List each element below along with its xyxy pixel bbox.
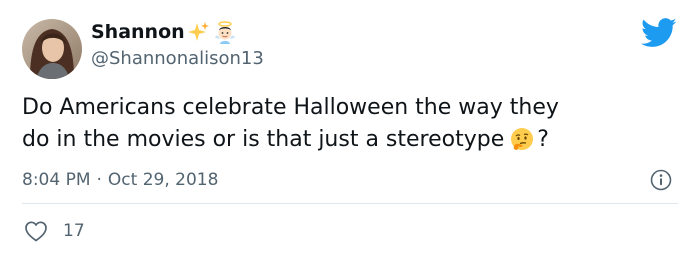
display-name-row[interactable]: Shannon (91, 18, 237, 46)
display-name: Shannon (91, 21, 185, 43)
angel-emoji (213, 20, 237, 44)
tweet-date: Oct 29, 2018 (107, 170, 219, 190)
tweet-time: 8:04 PM (22, 170, 91, 190)
twitter-bird-icon[interactable] (641, 18, 677, 48)
tweet-text-line-2: do in the movies or is that just a stere… (22, 127, 505, 152)
thinking-face-emoji (510, 127, 534, 151)
info-icon[interactable] (650, 169, 672, 191)
heart-icon (25, 221, 47, 242)
like-button[interactable]: 17 (24, 219, 85, 243)
tweet-timestamp[interactable]: 8:04 PM · Oct 29, 2018 (22, 169, 218, 191)
tweet-text-line-1: Do Americans celebrate Halloween the way… (22, 95, 559, 120)
user-handle[interactable]: @Shannonalison13 (91, 48, 264, 69)
tweet-text-suffix: ? (537, 127, 549, 152)
sparkles-emoji (187, 21, 210, 43)
divider (22, 203, 678, 204)
like-count: 17 (63, 221, 85, 241)
tweet-card: Shannon @Shannonalison13 Do Americans ce… (0, 0, 700, 257)
tweet-text: Do Americans celebrate Halloween the way… (22, 92, 672, 156)
timestamp-separator: · (96, 170, 102, 190)
avatar[interactable] (22, 19, 82, 79)
